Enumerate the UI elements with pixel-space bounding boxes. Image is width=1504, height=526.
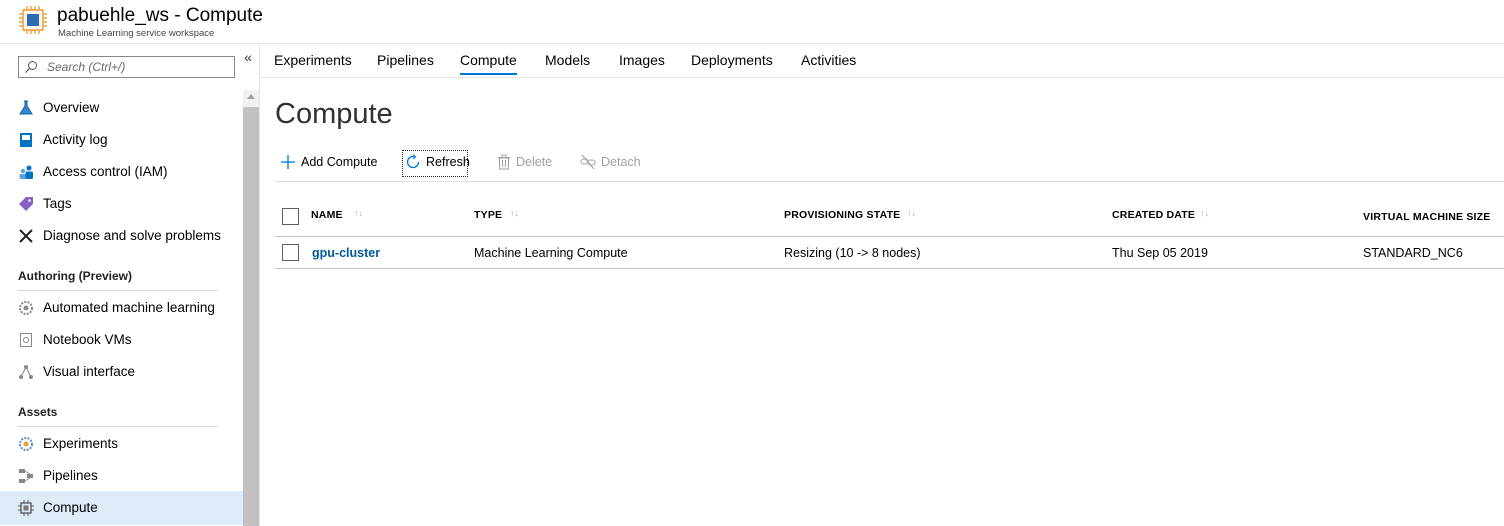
notebook-icon [20, 333, 32, 347]
flask-icon [19, 100, 33, 115]
experiments-icon [19, 437, 33, 451]
sidebar-item-notebook-vms[interactable]: Notebook VMs [0, 324, 243, 356]
delete-button[interactable]: Delete [496, 151, 556, 175]
sidebar-item-label: Notebook VMs [43, 332, 132, 347]
compute-chip-icon [19, 6, 47, 34]
sidebar-item-label: Experiments [43, 436, 119, 451]
sidebar-item-label: Compute [43, 500, 98, 515]
tab-images[interactable]: Images [619, 52, 665, 68]
sort-icon[interactable]: ↑↓ [354, 208, 363, 218]
sidebar-item-label: Automated machine learning [43, 300, 215, 315]
sidebar-item-label: Activity log [43, 132, 108, 147]
sidebar-section-authoring: Authoring (Preview) [18, 269, 133, 283]
page-header-subtitle: Machine Learning service workspace [58, 28, 215, 39]
page-header-title: pabuehle_ws - Compute [57, 5, 263, 26]
people-icon [19, 165, 33, 179]
search-icon [25, 61, 37, 73]
sidebar-item-access-control[interactable]: Access control (IAM) [0, 156, 243, 188]
search-input[interactable] [47, 59, 227, 75]
sidebar-item-compute[interactable]: Compute [0, 491, 243, 525]
cell-type: Machine Learning Compute [474, 246, 628, 260]
sidebar-item-label: Overview [43, 100, 100, 115]
sidebar-item-automated-ml[interactable]: Automated machine learning [0, 292, 243, 324]
column-header-created-date[interactable]: CREATED DATE [1112, 209, 1195, 221]
detach-label: Detach [601, 155, 641, 169]
gear-icon [19, 301, 33, 315]
tab-compute[interactable]: Compute [460, 52, 517, 68]
tab-bar: Experiments Pipelines Compute Models Ima… [260, 44, 1504, 78]
chip-icon [18, 500, 34, 516]
network-icon [19, 365, 33, 379]
table-header-divider [275, 236, 1504, 237]
sidebar-item-activity-log[interactable]: Activity log [0, 124, 243, 156]
tab-activities[interactable]: Activities [801, 52, 856, 68]
toolbar-divider [275, 181, 1504, 182]
trash-icon [498, 154, 510, 170]
collapse-sidebar-button[interactable]: « [241, 49, 255, 65]
sidebar: « Overview Activity log Access control (… [0, 45, 259, 526]
compute-name-link[interactable]: gpu-cluster [312, 246, 380, 260]
sidebar-item-experiments[interactable]: Experiments [0, 428, 243, 460]
page-title: Compute [275, 98, 393, 130]
sidebar-item-label: Diagnose and solve problems [43, 228, 221, 243]
tag-icon [19, 197, 33, 211]
detach-button[interactable]: Detach [580, 151, 642, 175]
section-divider [18, 426, 218, 427]
sidebar-item-overview[interactable]: Overview [0, 92, 243, 124]
tab-models[interactable]: Models [545, 52, 590, 68]
log-book-icon [20, 133, 32, 147]
scroll-up-arrow-icon[interactable] [247, 94, 255, 99]
sidebar-section-assets: Assets [18, 405, 58, 419]
scrollbar-thumb[interactable] [243, 107, 259, 526]
wrench-icon [19, 229, 33, 243]
sidebar-item-visual-interface[interactable]: Visual interface [0, 356, 243, 388]
refresh-label: Refresh [426, 155, 470, 169]
sidebar-item-label: Access control (IAM) [43, 164, 168, 179]
table-row-divider [275, 268, 1504, 269]
sidebar-item-diagnose[interactable]: Diagnose and solve problems [0, 220, 243, 252]
page-header: pabuehle_ws - Compute Machine Learning s… [0, 0, 1504, 44]
sidebar-item-label: Tags [43, 196, 72, 211]
sidebar-scrollbar[interactable] [243, 90, 259, 526]
select-all-checkbox[interactable] [282, 208, 299, 225]
refresh-icon [406, 154, 420, 169]
sort-icon[interactable]: ↑↓ [510, 208, 519, 218]
tab-pipelines[interactable]: Pipelines [377, 52, 434, 68]
sidebar-item-label: Visual interface [43, 364, 136, 379]
column-header-provisioning-state[interactable]: PROVISIONING STATE [784, 209, 900, 221]
row-checkbox[interactable] [282, 244, 299, 261]
active-tab-indicator [460, 73, 517, 75]
detach-link-icon [580, 154, 596, 170]
refresh-button[interactable]: Refresh [405, 151, 470, 175]
add-compute-label: Add Compute [301, 155, 378, 169]
sidebar-item-label: Pipelines [43, 468, 98, 483]
cell-provisioning-state: Resizing (10 -> 8 nodes) [784, 246, 921, 260]
search-box[interactable] [18, 56, 235, 78]
plus-icon [281, 155, 295, 169]
tab-experiments[interactable]: Experiments [274, 52, 352, 68]
section-divider [18, 290, 218, 291]
column-header-name[interactable]: NAME [311, 209, 343, 221]
sort-icon[interactable]: ↑↓ [1200, 208, 1209, 218]
sidebar-divider [259, 44, 260, 526]
sort-icon[interactable]: ↑↓ [907, 208, 916, 218]
cell-vm-size: STANDARD_NC6 [1363, 246, 1463, 260]
column-header-type[interactable]: TYPE [474, 209, 502, 221]
delete-label: Delete [516, 155, 553, 169]
sidebar-item-tags[interactable]: Tags [0, 188, 243, 220]
tab-deployments[interactable]: Deployments [691, 52, 773, 68]
add-compute-button[interactable]: Add Compute [280, 151, 380, 175]
pipeline-icon [19, 469, 33, 483]
sidebar-item-pipelines[interactable]: Pipelines [0, 460, 243, 492]
column-header-vm-size[interactable]: VIRTUAL MACHINE SIZE [1363, 211, 1490, 223]
cell-created-date: Thu Sep 05 2019 [1112, 246, 1208, 260]
